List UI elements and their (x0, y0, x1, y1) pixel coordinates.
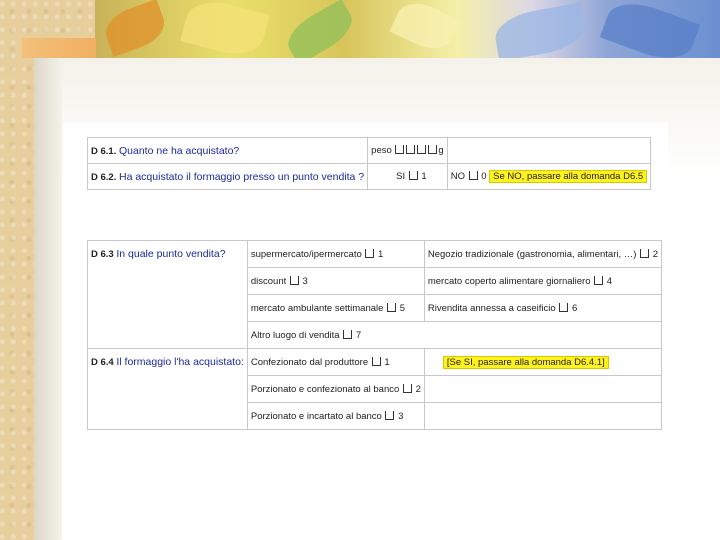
weight-unit: g (438, 145, 444, 156)
skip-instruction: [Se SI, passare alla domanda D6.4.1] (442, 355, 609, 369)
option-label: Negozio tradizionale (gastronomia, alime… (427, 248, 637, 260)
option-cell: Confezionato dal produttore 1 (246, 348, 425, 376)
question-text: Ha acquistato il formaggio presso un pun… (119, 170, 365, 183)
option-checkbox[interactable] (559, 302, 569, 312)
question-code: D 6.1. (91, 145, 117, 157)
option-cell: mercato coperto alimentare giornaliero 4 (423, 267, 663, 295)
leaf-decoration (180, 0, 270, 60)
question-code: D 6.3 (91, 249, 114, 261)
table-row: D 6.4 Il formaggio l'ha acquistato: Conf… (87, 348, 663, 376)
leaf-decoration (599, 0, 701, 60)
option-label: mercato ambulante settimanale (250, 302, 384, 314)
table-row: Altro luogo di vendita 7 (87, 321, 663, 349)
option-label: Confezionato dal produttore (250, 356, 369, 368)
empty-cell (87, 402, 248, 430)
option-cell: Altro luogo di vendita 7 (246, 321, 425, 349)
option-code: 2 (415, 383, 421, 395)
question-cell: D 6.4 Il formaggio l'ha acquistato: (87, 348, 248, 376)
option-checkbox[interactable] (343, 329, 353, 339)
table-row: D 6.2. Ha acquistato il formaggio presso… (86, 163, 652, 190)
empty-cell (446, 137, 652, 164)
decorative-tab (22, 38, 96, 58)
leaf-decoration (280, 0, 360, 60)
empty-cell (424, 321, 663, 349)
empty-cell (87, 375, 248, 403)
option-label: Porzionato e confezionato al banco (250, 383, 400, 395)
answer-cell: NO 0 Se NO, passare alla domanda D6.5 (446, 163, 652, 190)
slide-shadow (34, 58, 62, 540)
checkbox-yes[interactable] (408, 171, 418, 180)
option-checkbox[interactable] (387, 302, 397, 312)
digit-box[interactable] (428, 145, 438, 154)
empty-cell (423, 375, 663, 403)
option-code: 7 (355, 329, 362, 341)
question-cell: D 6.3 In quale punto vendita? (87, 240, 248, 268)
digit-box[interactable] (406, 145, 416, 154)
option-cell: Porzionato e incartato al banco 3 (246, 402, 425, 430)
digit-box[interactable] (417, 145, 427, 154)
empty-cell (87, 267, 248, 295)
option-cell: Negozio tradizionale (gastronomia, alime… (423, 240, 663, 268)
no-code: 0 (481, 171, 487, 182)
option-label: Rivendita annessa a caseificio (427, 302, 556, 314)
leaf-decoration (389, 0, 461, 57)
empty-cell (87, 294, 248, 322)
option-cell: Porzionato e confezionato al banco 2 (246, 375, 425, 403)
answer-cell: SI 1 (367, 163, 448, 190)
note-cell: [Se SI, passare alla domanda D6.4.1] (423, 348, 663, 376)
table-row: D 6.1. Quanto ne ha acquistato? peso g (86, 137, 652, 164)
weight-label: peso (371, 145, 392, 156)
empty-cell (423, 402, 663, 430)
option-code: 6 (571, 302, 578, 314)
option-cell: supermercato/ipermercato 1 (246, 240, 425, 268)
question-text: Quanto ne ha acquistato? (119, 144, 240, 157)
leaf-decoration (491, 2, 589, 60)
option-label: Porzionato e incartato al banco (250, 410, 382, 422)
option-code: 1 (378, 248, 384, 260)
option-cell: discount 3 (246, 267, 425, 295)
question-cell: D 6.1. Quanto ne ha acquistato? (86, 137, 369, 164)
question-code: D 6.4 (91, 357, 114, 369)
decorative-banner (95, 0, 720, 60)
no-label: NO (450, 171, 465, 182)
empty-cell (87, 321, 248, 349)
skip-instruction: Se NO, passare alla domanda D6.5 (489, 170, 648, 183)
option-code: 2 (652, 248, 659, 260)
question-text: Il formaggio l'ha acquistato: (116, 356, 244, 369)
option-checkbox[interactable] (371, 356, 381, 366)
option-label: discount (250, 275, 287, 287)
table-row: mercato ambulante settimanale 5 Rivendit… (87, 294, 663, 322)
option-label: Altro luogo di vendita (250, 329, 340, 341)
table-row: D 6.3 In quale punto vendita? supermerca… (87, 240, 663, 268)
option-code: 1 (384, 356, 390, 368)
option-checkbox[interactable] (385, 410, 395, 420)
option-code: 3 (302, 275, 308, 287)
option-label: mercato coperto alimentare giornaliero (427, 275, 591, 287)
option-checkbox[interactable] (594, 275, 604, 285)
option-code: 5 (399, 302, 405, 314)
question-code: D 6.2. (91, 171, 117, 183)
questionnaire-table-2: D 6.3 In quale punto vendita? supermerca… (87, 240, 663, 430)
option-checkbox[interactable] (365, 248, 375, 258)
question-text: In quale punto vendita? (116, 248, 226, 261)
table-row: Porzionato e incartato al banco 3 (87, 402, 663, 430)
digit-box[interactable] (395, 145, 405, 154)
option-label: supermercato/ipermercato (250, 248, 362, 260)
option-checkbox[interactable] (289, 275, 299, 285)
leaf-decoration (99, 0, 171, 58)
option-cell: Rivendita annessa a caseificio 6 (423, 294, 663, 322)
yes-code: 1 (421, 171, 427, 182)
checkbox-no[interactable] (468, 171, 478, 180)
option-code: 3 (398, 410, 404, 422)
answer-cell: peso g (367, 137, 448, 164)
yes-label: SI (396, 171, 406, 182)
option-checkbox[interactable] (640, 248, 650, 258)
table-row: discount 3 mercato coperto alimentare gi… (87, 267, 663, 295)
questionnaire-table-1: D 6.1. Quanto ne ha acquistato? peso g D… (86, 137, 652, 190)
option-checkbox[interactable] (402, 383, 412, 393)
question-cell: D 6.2. Ha acquistato il formaggio presso… (86, 163, 369, 190)
option-cell: mercato ambulante settimanale 5 (246, 294, 425, 322)
option-code: 4 (606, 275, 613, 287)
table-row: Porzionato e confezionato al banco 2 (87, 375, 663, 403)
